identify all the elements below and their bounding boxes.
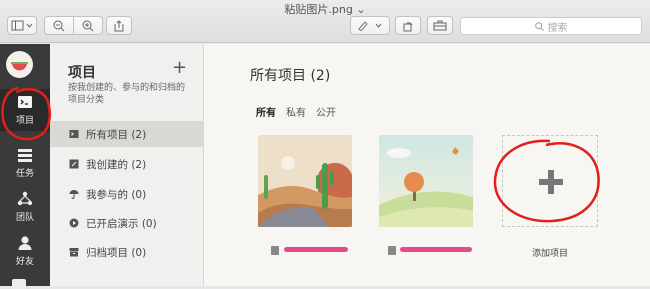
main-content: 所有项目 (2) 所有 私有 公开 添加项目 [204, 44, 650, 286]
filter-tabs: 所有 私有 公开 [256, 104, 336, 119]
folder-icon [69, 129, 79, 139]
team-icon [17, 191, 33, 206]
sidebar-item-created[interactable]: 我创建的 (2) [50, 151, 203, 177]
rail-item-tasks[interactable]: 任务 [0, 142, 50, 184]
avatar[interactable] [6, 51, 33, 78]
lock-icon [271, 246, 279, 255]
redacted-project-name [400, 247, 472, 252]
watermelon-icon [11, 62, 28, 71]
markup-button[interactable] [350, 16, 390, 35]
rotate-icon [403, 21, 413, 31]
rail-item-team[interactable]: 团队 [0, 186, 50, 228]
project-card-thumbnail[interactable] [258, 135, 352, 227]
tree-illustration [379, 135, 473, 227]
sidebar-icon [11, 20, 33, 31]
sidebar-item-label: 所有项目 (2) [86, 128, 147, 141]
sidebar-toggle-button[interactable] [7, 16, 37, 35]
toolbox-icon [433, 20, 447, 31]
sidebar-item-label: 已开启演示 (0) [86, 217, 157, 230]
add-project-label[interactable]: 添加项目 [532, 246, 568, 259]
page-title: 所有项目 (2) [250, 68, 331, 84]
window-title: 粘贴图片.png ⌄ [284, 3, 366, 16]
zoom-in-icon [82, 20, 94, 31]
sidebar-item-archived[interactable]: 归档项目 (0) [50, 239, 203, 265]
lock-icon [388, 246, 396, 255]
rail-item-label: 任务 [15, 169, 34, 179]
add-project-button[interactable]: + [172, 57, 187, 78]
search-icon [534, 21, 544, 31]
sidebar-item-participated[interactable]: 我参与的 (0) [50, 181, 203, 207]
share-button[interactable] [106, 16, 132, 35]
redacted-project-name [284, 247, 348, 252]
filter-tab-all[interactable]: 所有 [256, 104, 276, 119]
tasks-icon [18, 149, 32, 162]
rail-item-label: 好友 [15, 257, 34, 267]
project-sidebar: 项目 + 按我创建的、参与的和归档的项目分类 所有项目 (2) 我创建的 (2)… [50, 44, 204, 286]
share-icon [114, 19, 124, 31]
rotate-button[interactable] [395, 16, 421, 35]
zoom-out-button[interactable] [44, 16, 74, 35]
rail-item-friends[interactable]: 好友 [0, 230, 50, 272]
rail-item-label: 项目 [15, 116, 34, 126]
title-bar: 粘贴图片.png ⌄ 搜索 [0, 0, 650, 43]
sidebar-item-all-projects[interactable]: 所有项目 (2) [50, 121, 203, 147]
umbrella-icon [69, 189, 79, 199]
archive-icon [69, 247, 79, 257]
rail-item-projects[interactable]: 项目 [0, 89, 50, 131]
sidebar-item-presenting[interactable]: 已开启演示 (0) [50, 210, 203, 236]
sidebar-item-label: 我参与的 (0) [86, 188, 147, 201]
sidebar-item-label: 归档项目 (0) [86, 246, 147, 259]
pen-icon [358, 21, 382, 31]
more-icon[interactable] [12, 279, 26, 289]
search-placeholder: 搜索 [547, 22, 568, 34]
nav-rail: 项目 任务 团队 好友 [0, 44, 50, 289]
sidebar-title: 项目 [68, 65, 96, 81]
desert-illustration [258, 135, 352, 227]
play-icon [69, 218, 79, 228]
friends-icon [18, 236, 32, 250]
edit-icon [69, 159, 79, 169]
search-field[interactable]: 搜索 [460, 17, 642, 35]
zoom-in-button[interactable] [73, 16, 103, 35]
sidebar-description: 按我创建的、参与的和归档的项目分类 [68, 83, 186, 105]
sidebar-item-label: 我创建的 (2) [86, 158, 147, 171]
zoom-out-icon [53, 20, 65, 31]
toolbox-button[interactable] [427, 16, 453, 35]
filter-tab-private[interactable]: 私有 [286, 104, 306, 119]
filter-tab-public[interactable]: 公开 [316, 104, 336, 119]
add-project-card[interactable] [502, 135, 598, 227]
project-card-thumbnail[interactable] [379, 135, 473, 227]
rail-item-label: 团队 [15, 213, 34, 223]
projects-icon [18, 96, 32, 108]
plus-icon [539, 170, 563, 194]
